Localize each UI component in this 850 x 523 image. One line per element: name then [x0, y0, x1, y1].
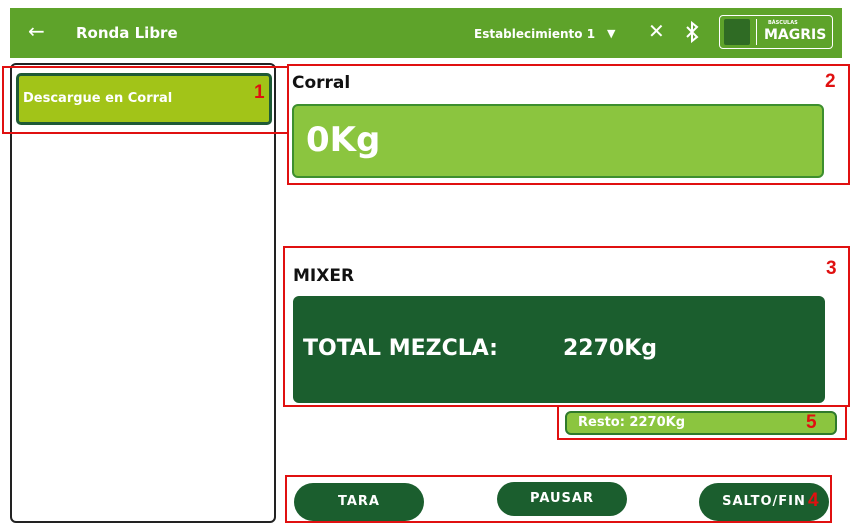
- total-mezcla-value: 2270Kg: [563, 336, 658, 361]
- arrow-left-icon[interactable]: ←: [28, 21, 45, 41]
- corral-label: Corral: [292, 73, 351, 93]
- top-app-bar: ← Ronda Libre Establecimiento 1 ▼ ✕ BÁSC…: [10, 8, 842, 58]
- close-icon[interactable]: ✕: [648, 21, 665, 41]
- total-mezcla-label: TOTAL MEZCLA:: [303, 336, 498, 361]
- logo-brand: MAGRIS: [764, 27, 827, 43]
- corral-weight-display: 0Kg: [292, 104, 824, 178]
- sidebar: Descargue en Corral: [10, 63, 276, 523]
- bluetooth-icon[interactable]: [681, 20, 703, 44]
- resto-badge: Resto: 2270Kg: [565, 411, 837, 435]
- annotation-number-1: 1: [254, 82, 265, 103]
- mixer-label: MIXER: [293, 266, 355, 286]
- sidebar-item-descargue-corral[interactable]: Descargue en Corral: [16, 73, 272, 125]
- caret-down-icon[interactable]: ▼: [607, 27, 615, 40]
- establishment-selector[interactable]: Establecimiento 1: [474, 27, 595, 41]
- pausar-button[interactable]: PAUSAR: [497, 482, 627, 516]
- magris-logo: BÁSCULAS MAGRIS: [719, 15, 833, 49]
- logo-subtitle: BÁSCULAS: [768, 20, 798, 26]
- tara-button[interactable]: TARA: [294, 483, 424, 521]
- mixer-total-panel: TOTAL MEZCLA: 2270Kg: [293, 296, 825, 403]
- annotation-number-2: 2: [825, 71, 836, 92]
- page-title: Ronda Libre: [76, 24, 178, 42]
- annotation-number-5: 5: [806, 412, 817, 433]
- annotation-number-3: 3: [826, 258, 837, 279]
- scale-icon: [724, 19, 750, 45]
- logo-divider: [756, 19, 757, 45]
- annotation-number-4: 4: [808, 490, 819, 511]
